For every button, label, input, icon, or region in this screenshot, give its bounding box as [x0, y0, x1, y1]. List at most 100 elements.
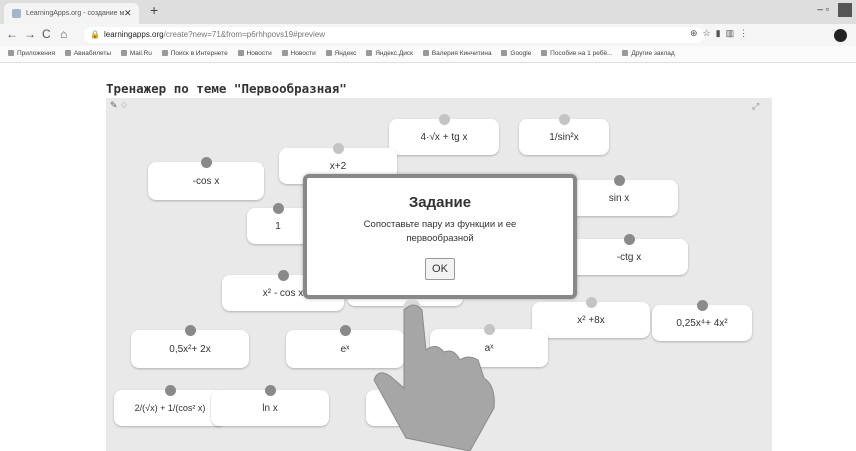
pointing-hand-icon — [373, 299, 495, 451]
close-window-icon[interactable] — [838, 3, 852, 17]
bookmarks-bar: Приложения Авиабилеты Mail.Ru Поиск в Ин… — [0, 46, 856, 63]
bookmark-item[interactable]: Авиабилеты — [64, 46, 111, 62]
bookmark-item[interactable]: Поиск в Интернете — [161, 46, 228, 62]
url-path: /create?new=71&from=p6rhhpovs19#preview — [163, 30, 326, 39]
bookmark-icon — [541, 50, 548, 57]
card-label: 1 — [275, 220, 281, 232]
card-label: x² - cos x — [262, 287, 304, 299]
pin-icon — [333, 143, 344, 154]
card-label: 0,25x⁴+ 4x² — [676, 317, 728, 329]
bookmark-icon — [237, 50, 244, 57]
browser-tab[interactable]: LearningApps.org - создание м ✕ — [4, 3, 139, 24]
dialog-title: Задание — [408, 194, 472, 211]
tab-close-icon[interactable]: ✕ — [124, 3, 132, 24]
extension-icon[interactable]: ▮ — [716, 28, 726, 38]
match-card[interactable]: 1/sin²x — [519, 114, 609, 155]
pin-icon — [340, 325, 351, 336]
pin-icon — [614, 175, 625, 186]
edit-icon[interactable]: ✎ — [110, 100, 118, 110]
task-dialog: Задание Сопоставьте пару из функции и ее… — [303, 174, 577, 299]
minimize-icon[interactable]: – — [817, 5, 823, 16]
star-icon[interactable]: ☆ — [703, 28, 716, 38]
tab-bar: LearningApps.org - создание м ✕ + – ▫ — [0, 0, 856, 24]
bookmark-icon — [422, 50, 429, 57]
pin-icon — [586, 297, 597, 308]
card-label: -cos x — [192, 175, 220, 187]
page-title: Тренажер по теме "Первообразная" — [106, 81, 347, 96]
match-card[interactable]: sin x — [560, 175, 678, 216]
card-label: ln x — [262, 402, 278, 414]
pin-icon — [439, 114, 450, 125]
window-controls: – ▫ — [817, 3, 852, 17]
match-card[interactable]: 2/(√x) + 1/(cos² x) — [114, 385, 226, 426]
toolbar-icons: ⊕☆▮▥⋮ — [690, 28, 753, 39]
pin-icon — [165, 385, 176, 396]
pin-icon — [559, 114, 570, 125]
pin-icon — [265, 385, 276, 396]
match-card[interactable]: -ctg x — [570, 234, 688, 275]
bookmark-icon — [325, 50, 332, 57]
match-card[interactable]: 1 — [247, 203, 309, 244]
card-label: -ctg x — [616, 251, 642, 263]
pin-icon — [185, 325, 196, 336]
card-label: 2/(√x) + 1/(cos² x) — [134, 403, 206, 413]
new-tab-button[interactable]: + — [150, 2, 158, 18]
maximize-icon[interactable]: ▫ — [826, 5, 830, 16]
menu-icon[interactable]: ⋮ — [739, 28, 753, 38]
bookmark-item[interactable]: Mail.Ru — [120, 46, 152, 62]
bookmark-item[interactable]: Google — [501, 46, 531, 62]
home-icon[interactable]: ⌂ — [60, 27, 67, 41]
bookmark-item[interactable]: Другие заклад — [622, 46, 675, 62]
bookmark-item[interactable]: Приложения — [8, 46, 55, 62]
back-icon[interactable]: ← — [6, 27, 18, 41]
ok-button[interactable]: OK — [425, 258, 455, 280]
card-label: x² +8x — [577, 314, 605, 326]
cart-icon[interactable]: ▥ — [726, 28, 740, 38]
bookmark-icon — [64, 50, 71, 57]
url-domain: learningapps.org — [104, 30, 164, 39]
address-bar: ← → C ⌂ 🔒 learningapps.org/create?new=71… — [0, 24, 856, 46]
pin-icon — [273, 203, 284, 214]
bookmark-icon — [161, 50, 168, 57]
app-tools: ✎ ♢ — [110, 100, 128, 111]
folder-icon — [622, 50, 629, 57]
bookmark-item[interactable]: Яндекс.Диск — [366, 46, 413, 62]
lock-icon: 🔒 — [90, 30, 100, 39]
fullscreen-icon[interactable]: ⤢ — [752, 101, 759, 112]
pin-icon — [201, 157, 212, 168]
bookmark-item[interactable]: Валерия Кинчитина — [422, 46, 492, 62]
match-card[interactable]: 4·√x + tg x — [389, 114, 499, 155]
apps-icon — [8, 50, 14, 57]
card-label: sin x — [608, 192, 630, 204]
google-icon — [501, 50, 508, 57]
url-field[interactable]: 🔒 learningapps.org/create?new=71&from=p6… — [84, 27, 704, 43]
match-card[interactable]: ln x — [211, 385, 329, 426]
match-card[interactable]: 0,25x⁴+ 4x² — [652, 300, 752, 341]
card-label: 1/sin²x — [549, 131, 579, 143]
card-label: eˣ — [340, 343, 350, 355]
reload-icon[interactable]: C — [42, 27, 51, 41]
hint-bulb-icon[interactable]: ♢ — [120, 100, 128, 110]
match-card[interactable]: 0,5x²+ 2x — [131, 325, 249, 368]
tab-title: LearningApps.org - создание м — [26, 10, 125, 17]
bookmark-item[interactable]: Новости — [237, 46, 272, 62]
pin-icon — [278, 270, 289, 281]
profile-avatar[interactable] — [834, 29, 847, 42]
bookmark-icon — [366, 50, 373, 57]
bookmark-item[interactable]: Новости — [281, 46, 316, 62]
pin-icon — [624, 234, 635, 245]
dialog-text: Сопоставьте пару из функции и ее первооб… — [363, 219, 517, 244]
zoom-icon[interactable]: ⊕ — [690, 28, 703, 38]
card-label: 4·√x + tg x — [420, 131, 468, 143]
bookmark-item[interactable]: Пособие на 1 ребё... — [541, 46, 613, 62]
card-label: 0,5x²+ 2x — [169, 343, 211, 355]
bookmark-icon — [120, 50, 127, 57]
bookmark-item[interactable]: Яндекс — [325, 46, 356, 62]
pin-icon — [697, 300, 708, 311]
match-card[interactable]: x² +8x — [532, 297, 650, 338]
match-card[interactable]: -cos x — [148, 157, 264, 200]
forward-icon[interactable]: → — [24, 27, 36, 41]
card-label: x+2 — [329, 160, 347, 172]
bookmark-icon — [281, 50, 288, 57]
learningapps-favicon-icon — [12, 9, 21, 18]
